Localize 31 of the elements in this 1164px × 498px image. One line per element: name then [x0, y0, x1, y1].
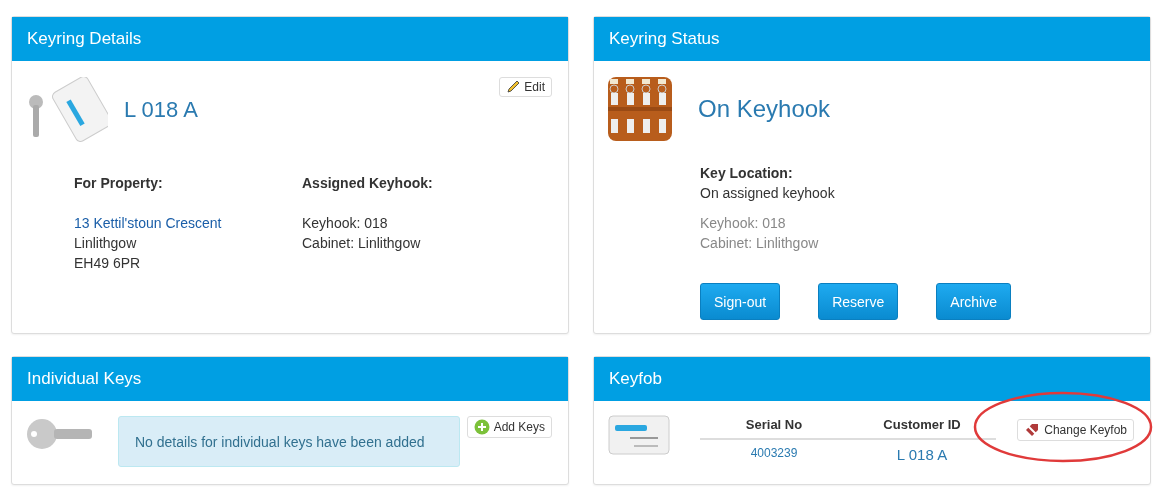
info-message: No details for individual keys have been added	[118, 416, 460, 467]
keyring-icon	[26, 77, 108, 143]
plus-icon	[473, 419, 490, 435]
panel-title: Individual Keys	[12, 357, 568, 401]
column-header: Serial No	[700, 411, 848, 440]
address-line: Linlithgow	[74, 234, 138, 253]
keyfob-icon	[608, 415, 670, 455]
location-text: On assigned keyhook	[700, 184, 836, 203]
key-icon	[26, 417, 94, 451]
keyhook-label: Assigned Keyhook:	[302, 174, 434, 193]
keyring-tag: L 018 A	[124, 97, 198, 123]
panel-title: Keyring Status	[594, 17, 1150, 61]
panel-title: Keyring Details	[12, 17, 568, 61]
table-cell-text: 4003239	[749, 445, 799, 462]
column-header: Customer ID	[848, 411, 996, 440]
tag-icon	[1024, 422, 1041, 438]
keyhook-detail: Cabinet: Linlithgow	[302, 234, 422, 253]
keyhook-detail: Keyhook: 018	[302, 214, 389, 233]
edit-button[interactable]: Edit	[499, 77, 552, 97]
property-link[interactable]: 13 Kettil'stoun Crescent	[74, 213, 302, 233]
property-label: For Property:	[74, 174, 164, 193]
panel-title: Keyfob	[594, 357, 1150, 401]
location-label: Key Location:	[700, 164, 794, 183]
location-detail: Keyhook: 018	[700, 214, 787, 233]
pencil-icon	[506, 80, 521, 94]
change-keyfob-button[interactable]: Change Keyfob	[1017, 419, 1134, 441]
address-line: EH49 6PR	[74, 254, 142, 273]
table-cell-text: L 018 A	[895, 445, 949, 465]
add-keys-button[interactable]: Add Keys	[466, 416, 552, 438]
status-text: On Keyhook	[698, 95, 831, 123]
location-detail: Cabinet: Linlithgow	[700, 234, 820, 253]
